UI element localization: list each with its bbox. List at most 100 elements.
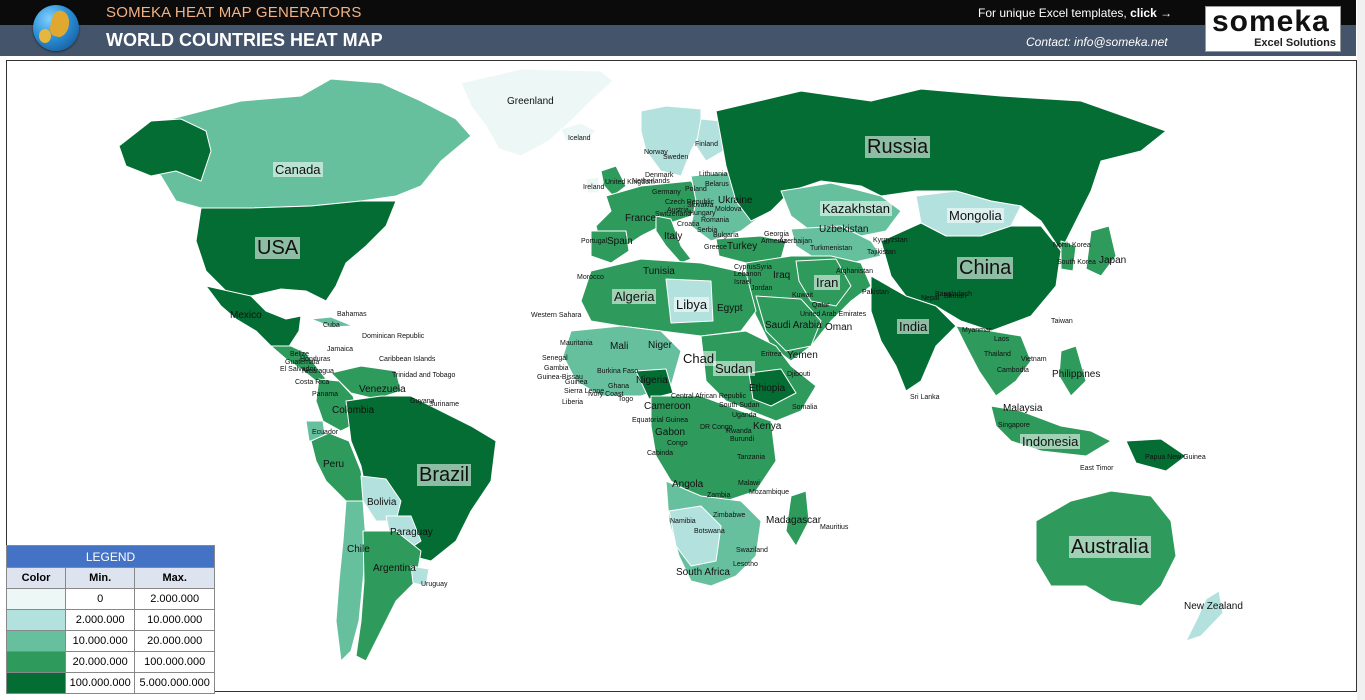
legend-min: 2.000.000 (64, 609, 136, 631)
label-mozambique: Mozambique (749, 489, 790, 496)
label-caribbean: Caribbean Islands (379, 356, 436, 363)
label-chad: Chad (681, 351, 717, 366)
vertical-scrollbar[interactable] (1357, 0, 1365, 700)
label-south-sudan: South Sudan (719, 402, 760, 409)
label-mongolia: Mongolia (947, 208, 1004, 223)
templates-click[interactable]: click → (1130, 6, 1172, 20)
templates-link[interactable]: For unique Excel templates, click → (978, 6, 1172, 20)
label-afghanistan: Afghanistan (836, 268, 873, 275)
page-title: WORLD COUNTRIES HEAT MAP (106, 30, 383, 50)
label-belarus: Belarus (705, 181, 729, 188)
legend-row: 0 2.000.000 (6, 588, 215, 610)
label-moldova: Moldova (715, 206, 742, 213)
label-cuba: Cuba (323, 322, 340, 329)
label-burundi: Burundi (730, 436, 755, 443)
logo-sub: Excel Solutions (1254, 37, 1336, 49)
legend-min: 10.000.000 (64, 630, 136, 652)
label-finland: Finland (695, 141, 718, 148)
legend-swatch-4 (6, 651, 66, 673)
templates-text: For unique Excel templates, (978, 6, 1131, 20)
label-bolivia: Bolivia (367, 497, 397, 508)
label-uae: United Arab Emirates (800, 311, 867, 318)
country-norway-sweden[interactable] (640, 105, 702, 177)
legend-title: LEGEND (6, 545, 215, 568)
label-ecuador: Ecuador (312, 429, 339, 436)
label-algeria: Algeria (612, 289, 657, 304)
label-brazil: Brazil (417, 464, 472, 486)
label-israel: Israel (734, 279, 752, 286)
label-swaziland: Swaziland (736, 547, 768, 554)
label-mauritania: Mauritania (560, 340, 593, 347)
legend-row: 10.000.000 20.000.000 (6, 630, 215, 652)
label-bahamas: Bahamas (337, 311, 367, 318)
label-malaysia: Malaysia (1003, 403, 1043, 414)
label-lesotho: Lesotho (733, 561, 758, 568)
label-mauritius: Mauritius (820, 524, 849, 531)
label-png: Papua New Guinea (1145, 454, 1206, 461)
label-tajikistan: Tajikistan (867, 249, 896, 256)
label-trinidad: Trinidad and Tobago (392, 372, 456, 379)
legend-swatch-1 (6, 588, 66, 610)
label-gabon: Gabon (655, 427, 686, 438)
label-uzbekistan: Uzbekistan (819, 224, 869, 235)
label-greenland: Greenland (507, 96, 554, 107)
label-jordan: Jordan (751, 285, 773, 292)
label-cabinda: Cabinda (647, 450, 674, 457)
label-morocco: Morocco (577, 274, 604, 281)
label-cameroon: Cameroon (644, 401, 691, 412)
label-colombia: Colombia (332, 405, 375, 416)
label-netherlands: Netherlands (632, 178, 670, 185)
label-iraq: Iraq (773, 270, 791, 281)
legend-swatch-2 (6, 609, 66, 631)
label-australia: Australia (1069, 536, 1151, 558)
label-turkmenistan: Turkmenistan (810, 245, 853, 252)
label-laos: Laos (994, 336, 1010, 343)
country-new-zealand[interactable] (1185, 590, 1224, 642)
someka-logo[interactable]: someka Excel Solutions (1205, 5, 1341, 52)
label-oman: Oman (825, 322, 853, 333)
legend-row: 100.000.000 5.000.000.000 (6, 672, 215, 694)
legend-row: 2.000.000 10.000.000 (6, 609, 215, 631)
legend-col-max: Max. (134, 567, 215, 589)
label-vietnam: Vietnam (1021, 356, 1047, 363)
label-myanmar: Myanmar (962, 327, 992, 334)
label-north-korea: North Korea (1053, 242, 1091, 249)
label-somalia: Somalia (792, 404, 818, 411)
label-hungary: Hungary (689, 210, 716, 217)
legend-max: 5.000.000.000 (134, 672, 215, 694)
label-qatar: Qatar (812, 302, 830, 309)
label-venezuela: Venezuela (359, 384, 406, 395)
label-mali: Mali (610, 341, 629, 352)
legend-swatch-5 (6, 672, 66, 694)
label-indonesia: Indonesia (1020, 434, 1081, 449)
legend-swatch-3 (6, 630, 66, 652)
label-djibouti: Djibouti (787, 371, 811, 378)
label-iceland: Iceland (568, 135, 591, 142)
label-kazakhstan: Kazakhstan (820, 201, 892, 216)
label-botswana: Botswana (694, 528, 725, 535)
label-rwanda: Rwanda (726, 428, 752, 435)
label-paraguay: Paraguay (390, 527, 433, 538)
label-peru: Peru (323, 459, 345, 470)
label-nigeria: Nigeria (636, 375, 668, 386)
contact-email[interactable]: Contact: info@someka.net (1026, 35, 1168, 49)
label-ukraine: Ukraine (718, 195, 753, 206)
label-portugal: Portugal (581, 238, 608, 245)
label-costa-rica: Costa Rica (295, 379, 330, 386)
label-germany: Germany (652, 189, 681, 196)
label-russia: Russia (865, 136, 931, 158)
label-poland: Poland (685, 186, 707, 193)
label-namibia: Namibia (670, 518, 696, 525)
label-syria: Syria (756, 264, 772, 271)
country-alaska[interactable] (118, 118, 212, 182)
label-burkina-faso: Burkina Faso (597, 368, 639, 375)
legend-min: 20.000.000 (64, 651, 136, 673)
label-honduras: Honduras (300, 356, 331, 363)
label-jamaica: Jamaica (327, 346, 354, 353)
legend-col-min: Min. (64, 567, 136, 589)
label-pakistan: Pakistan (862, 289, 889, 296)
country-greenland[interactable] (460, 68, 614, 157)
legend-max: 2.000.000 (134, 588, 215, 610)
label-ethiopia: Ethiopia (749, 383, 786, 394)
label-eritrea: Eritrea (761, 351, 782, 358)
